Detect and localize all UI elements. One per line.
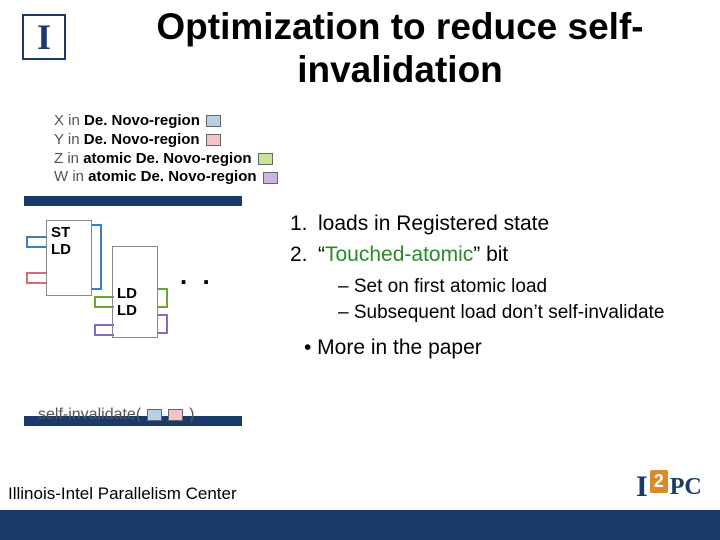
illinois-logo: I: [22, 14, 66, 60]
self-invalidate-suffix: ): [189, 406, 194, 424]
footer-bar: [0, 510, 720, 540]
bullet-item: • More in the paper: [304, 334, 710, 361]
item1-text: loads in Registered state: [318, 212, 549, 235]
sub-item-2: – Subsequent load don’t self-invalidate: [338, 301, 710, 326]
legend-z-bold: atomic De. Novo-region: [83, 150, 251, 167]
swatch-blue-icon: [206, 115, 221, 127]
arrow-purple-icon: [94, 324, 114, 336]
list-item-2: 2.“Touched-atomic” bit: [290, 241, 710, 268]
swatch-pink-icon: [168, 409, 183, 421]
legend-w-bold: atomic De. Novo-region: [88, 168, 256, 185]
swatch-pink-icon: [206, 134, 221, 146]
legend-row-x: X in De. Novo-region: [54, 112, 278, 131]
legend: X in De. Novo-region Y in De. Novo-regio…: [54, 112, 278, 187]
bracket-green-icon: [158, 288, 168, 308]
sub-item-1: – Set on first atomic load: [338, 275, 710, 300]
self-invalidate-label: self-invalidate( ): [38, 406, 194, 424]
i2pc-logo: I 2 PC: [636, 470, 706, 504]
self-invalidate-prefix: self-invalidate(: [38, 406, 141, 424]
col1-line1: ST: [51, 224, 87, 241]
legend-row-y: Y in De. Novo-region: [54, 131, 278, 150]
i2pc-i: I: [636, 470, 648, 504]
col1-line2: LD: [51, 241, 87, 258]
col2-line1: LD: [117, 285, 153, 302]
legend-row-w: W in atomic De. Novo-region: [54, 168, 278, 187]
item2-num: 2.: [290, 241, 318, 268]
legend-x-pre: X in: [54, 112, 84, 129]
diagram-col2: LD LD: [112, 246, 158, 338]
item2-rest: bit: [480, 243, 508, 266]
legend-y-bold: De. Novo-region: [84, 131, 200, 148]
diagram-bar-top: [24, 196, 242, 206]
slide-title: Optimization to reduce self-invalidation: [95, 6, 705, 91]
bracket-purple-icon: [158, 314, 168, 334]
swatch-purple-icon: [263, 172, 278, 184]
legend-row-z: Z in atomic De. Novo-region: [54, 150, 278, 169]
i2pc-2: 2: [650, 470, 668, 493]
arrow-blue-icon: [26, 236, 46, 248]
bracket-blue-icon: [92, 224, 102, 290]
legend-w-pre: W in: [54, 168, 88, 185]
illinois-logo-letter: I: [37, 16, 51, 58]
arrow-pink-icon: [26, 272, 46, 284]
item2-green: Touched-atomic: [325, 243, 473, 266]
col2-line2: LD: [117, 302, 153, 319]
diagram: ST LD LD LD . .: [24, 196, 284, 426]
legend-y-pre: Y in: [54, 131, 84, 148]
i2pc-pc: PC: [670, 474, 702, 501]
diagram-dots: . .: [180, 260, 214, 291]
item1-num: 1.: [290, 210, 318, 237]
swatch-green-icon: [258, 153, 273, 165]
sub-list: – Set on first atomic load – Subsequent …: [338, 275, 710, 326]
swatch-blue-icon: [147, 409, 162, 421]
arrow-green-icon: [94, 296, 114, 308]
list-item-1: 1.loads in Registered state: [290, 210, 710, 237]
diagram-col1: ST LD: [46, 220, 92, 296]
content-list: 1.loads in Registered state 2.“Touched-a…: [290, 210, 710, 361]
item2-q1: “: [318, 243, 325, 266]
footer-text: Illinois-Intel Parallelism Center: [8, 484, 237, 504]
legend-z-pre: Z in: [54, 150, 83, 167]
legend-x-bold: De. Novo-region: [84, 112, 200, 129]
